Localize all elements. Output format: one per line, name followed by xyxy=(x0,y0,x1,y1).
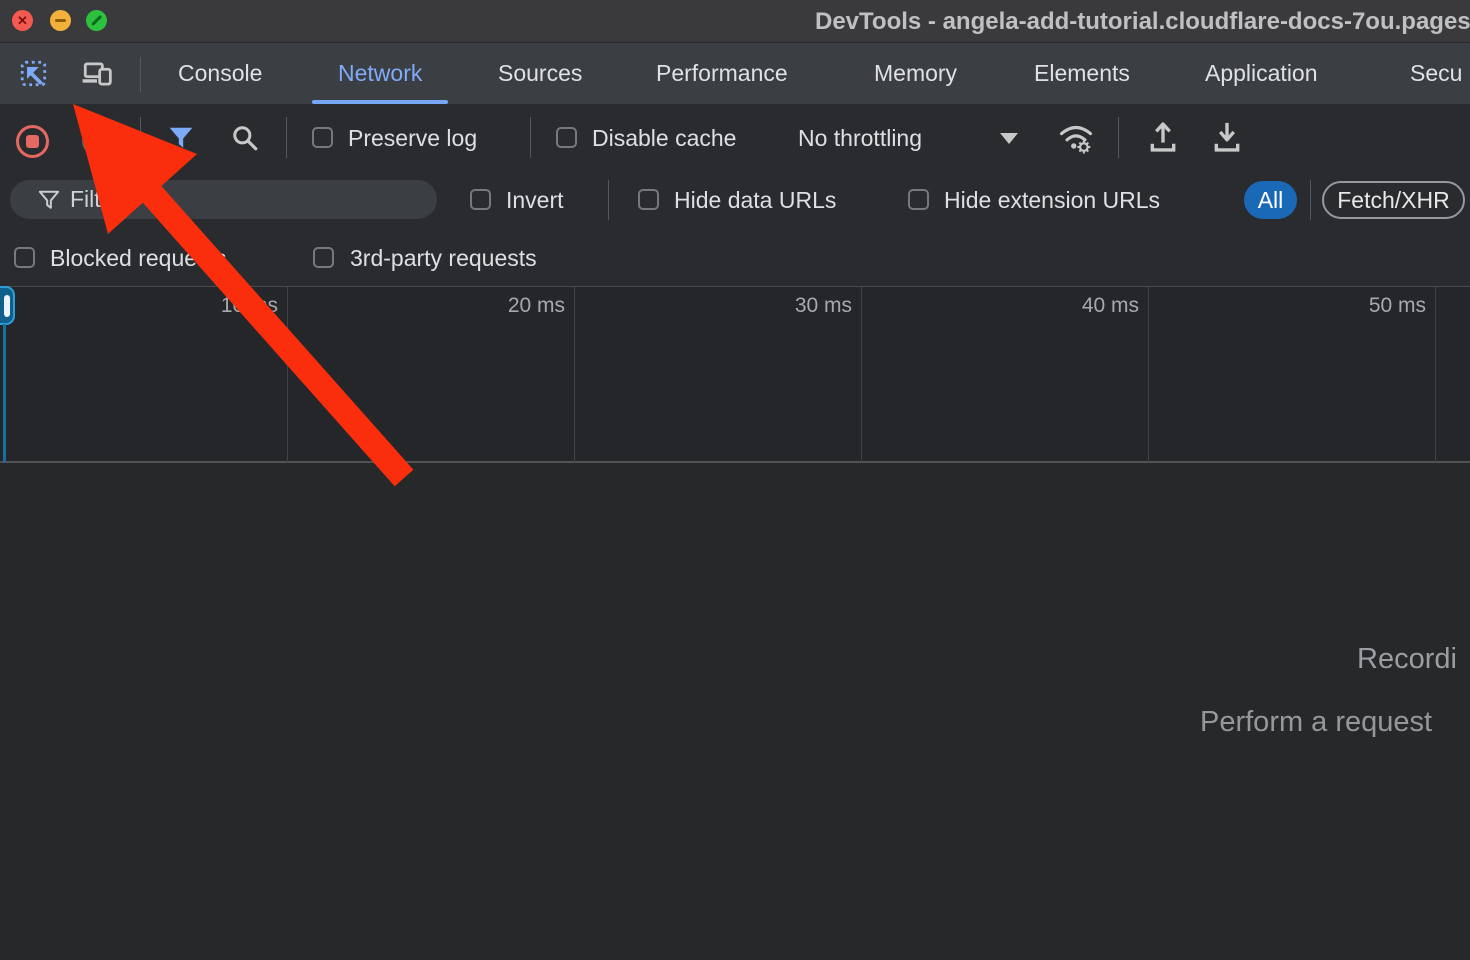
third-party-requests-label[interactable]: 3rd-party requests xyxy=(350,245,537,272)
upload-icon xyxy=(1147,119,1179,155)
funnel-icon xyxy=(38,189,60,211)
blocked-requests-checkbox[interactable] xyxy=(14,247,35,268)
record-button[interactable] xyxy=(16,125,49,158)
tab-performance[interactable]: Performance xyxy=(656,43,788,104)
chevron-down-icon[interactable] xyxy=(1000,133,1018,144)
tab-security[interactable]: Secu xyxy=(1410,43,1462,104)
wifi-gear-icon xyxy=(1057,119,1095,155)
disable-cache-label[interactable]: Disable cache xyxy=(592,125,736,152)
divider xyxy=(286,117,287,158)
funnel-icon xyxy=(168,126,194,150)
zoom-icon xyxy=(91,15,102,26)
requests-empty-area: Recordi Perform a request xyxy=(0,463,1470,960)
hide-extension-urls-label[interactable]: Hide extension URLs xyxy=(944,187,1160,214)
close-icon: ✕ xyxy=(17,14,28,27)
clear-button[interactable] xyxy=(82,128,109,155)
tab-sources[interactable]: Sources xyxy=(498,43,582,104)
timeline-marker-20ms: 20 ms xyxy=(508,294,565,318)
filter-input[interactable] xyxy=(70,184,420,215)
device-toolbar-icon xyxy=(81,59,113,89)
filter-field[interactable] xyxy=(10,180,437,219)
timeline-gridline xyxy=(574,287,575,464)
overview-selection-line xyxy=(3,324,6,462)
resource-type-all-button[interactable]: All xyxy=(1244,181,1297,219)
recording-status-text: Recordi xyxy=(1357,643,1457,676)
preserve-log-checkbox[interactable] xyxy=(312,127,333,148)
disable-cache-checkbox[interactable] xyxy=(556,127,577,148)
divider xyxy=(1310,180,1311,220)
divider xyxy=(530,117,531,158)
timeline-gridline xyxy=(1148,287,1149,464)
overview-handle-grip-icon xyxy=(4,295,10,317)
throttling-select[interactable]: No throttling xyxy=(798,125,922,152)
tab-memory[interactable]: Memory xyxy=(874,43,957,104)
timeline-gridline xyxy=(287,287,288,464)
timeline-marker-30ms: 30 ms xyxy=(795,294,852,318)
inspect-icon xyxy=(19,59,49,89)
search-icon xyxy=(231,124,259,152)
preserve-log-label[interactable]: Preserve log xyxy=(348,125,477,152)
window-title: DevTools - angela-add-tutorial.cloudflar… xyxy=(815,8,1470,36)
toggle-device-toolbar-button[interactable] xyxy=(80,58,114,90)
search-button[interactable] xyxy=(230,123,260,153)
timeline-gridline xyxy=(1435,287,1436,464)
divider xyxy=(140,117,141,158)
record-icon xyxy=(26,135,39,148)
invert-checkbox[interactable] xyxy=(470,189,491,210)
divider xyxy=(140,57,141,92)
export-har-button[interactable] xyxy=(1210,118,1244,156)
import-har-button[interactable] xyxy=(1146,118,1180,156)
timeline-overview[interactable]: 10 ms 20 ms 30 ms 40 ms 50 ms xyxy=(0,286,1470,463)
timeline-gridline xyxy=(861,287,862,464)
tab-application[interactable]: Application xyxy=(1205,43,1318,104)
hide-data-urls-label[interactable]: Hide data URLs xyxy=(674,187,836,214)
tab-elements[interactable]: Elements xyxy=(1034,43,1130,104)
minimize-button[interactable] xyxy=(50,10,71,31)
divider xyxy=(608,180,609,220)
perform-request-hint: Perform a request xyxy=(1200,706,1432,739)
hide-extension-urls-checkbox[interactable] xyxy=(908,189,929,210)
request-filters-bar: Blocked requests 3rd-party requests xyxy=(0,229,1470,286)
third-party-requests-checkbox[interactable] xyxy=(313,247,334,268)
close-button[interactable]: ✕ xyxy=(12,10,33,31)
timeline-marker-50ms: 50 ms xyxy=(1369,294,1426,318)
filter-bar: Invert Hide data URLs Hide extension URL… xyxy=(0,171,1470,229)
tab-console[interactable]: Console xyxy=(178,43,262,104)
timeline-marker-10ms: 10 ms xyxy=(221,294,278,318)
resource-type-fetch-xhr-button[interactable]: Fetch/XHR xyxy=(1322,181,1465,219)
blocked-requests-label[interactable]: Blocked requests xyxy=(50,245,226,272)
invert-label[interactable]: Invert xyxy=(506,187,564,214)
divider xyxy=(1118,117,1119,158)
titlebar: ✕ DevTools - angela-add-tutorial.cloudfl… xyxy=(0,0,1470,43)
overview-left-handle[interactable] xyxy=(0,286,15,325)
devtools-tabbar: Console Network Sources Performance Memo… xyxy=(0,43,1470,104)
zoom-button[interactable] xyxy=(86,10,107,31)
timeline-marker-40ms: 40 ms xyxy=(1082,294,1139,318)
minimize-icon xyxy=(55,19,66,22)
tab-network[interactable]: Network xyxy=(338,43,422,104)
inspect-element-button[interactable] xyxy=(18,58,50,90)
network-toolbar: Preserve log Disable cache No throttling xyxy=(0,104,1470,171)
hide-data-urls-checkbox[interactable] xyxy=(638,189,659,210)
download-icon xyxy=(1211,119,1243,155)
filter-toggle-button[interactable] xyxy=(166,124,196,152)
network-conditions-button[interactable] xyxy=(1056,118,1096,156)
